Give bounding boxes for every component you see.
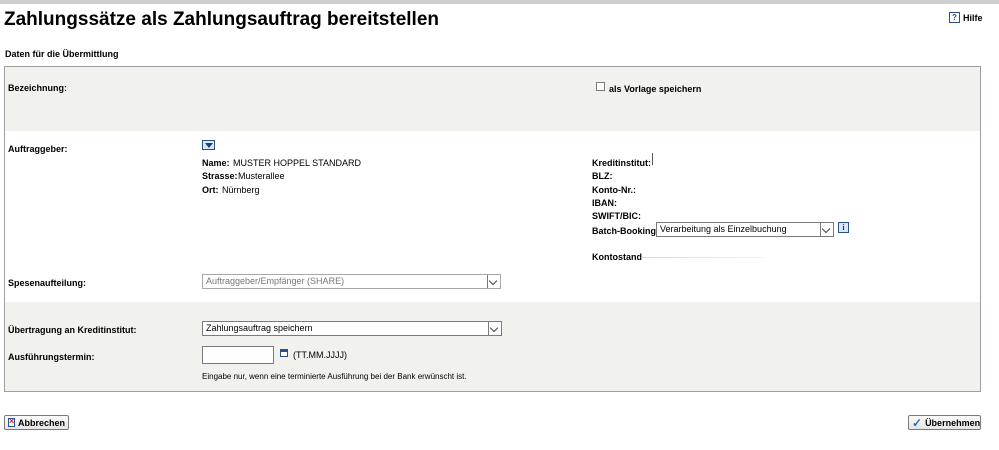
konto-label: Konto-Nr.: [592, 185, 636, 195]
chevron-down-icon[interactable] [488, 322, 501, 335]
kontostand-value-line [641, 257, 763, 258]
chevron-down-icon[interactable] [820, 223, 833, 236]
row-auftraggeber: Auftraggeber: Name: MUSTER HOPPEL STANDA… [5, 131, 980, 302]
cancel-label: Abbrechen [17, 417, 65, 428]
section-title: Daten für die Übermittlung [5, 49, 119, 59]
cancel-button[interactable]: Abbrechen [4, 415, 69, 430]
row-bezeichnung: Bezeichnung: als Vorlage speichern [5, 67, 980, 131]
strasse-value: Musterallee [238, 171, 285, 181]
vorlage-checkbox[interactable] [596, 82, 605, 91]
help-label[interactable]: Hilfe [963, 13, 983, 23]
name-value: MUSTER HOPPEL STANDARD [233, 158, 362, 168]
vorlage-label[interactable]: als Vorlage speichern [609, 84, 701, 94]
check-icon: ✓ [912, 415, 923, 430]
page-title: Zahlungssätze als Zahlungsauftrag bereit… [4, 9, 439, 30]
iban-label: IBAN: [592, 198, 617, 208]
termin-format: (TT.MM.JJJJ) [293, 350, 347, 360]
strasse-label: Strasse: [202, 171, 238, 181]
chevron-down-icon[interactable] [487, 275, 500, 288]
calendar-icon[interactable] [280, 349, 288, 357]
submit-button[interactable]: ✓ Übernehmen [908, 415, 981, 430]
spesen-select[interactable]: Auftraggeber/Empfänger (SHARE) [202, 274, 501, 289]
kreditinstitut-value-mark [652, 153, 653, 165]
name-label: Name: [202, 158, 230, 168]
submit-label: Übernehmen [925, 417, 981, 428]
spesen-label: Spesenaufteilung: [8, 278, 87, 288]
bezeichnung-label: Bezeichnung: [8, 83, 68, 93]
uebertragung-value: Zahlungsauftrag speichern [206, 323, 313, 333]
termin-hint: Eingabe nur, wenn eine terminierte Ausfü… [202, 372, 467, 381]
batch-booking-select[interactable]: Verarbeitung als Einzelbuchung [656, 222, 834, 237]
dropdown-arrow-icon[interactable] [202, 140, 215, 150]
ort-label: Ort: [202, 185, 219, 195]
termin-input[interactable] [202, 346, 274, 364]
blz-label: BLZ: [592, 171, 613, 181]
ort-value: Nürnberg [222, 185, 260, 195]
row-uebertragung: Übertragung an Kreditinstitut: Zahlungsa… [5, 302, 980, 391]
swift-label: SWIFT/BIC: [592, 211, 641, 221]
batch-booking-value: Verarbeitung als Einzelbuchung [660, 224, 787, 234]
transfer-form: Bezeichnung: als Vorlage speichern Auftr… [4, 66, 981, 392]
info-icon[interactable]: i [838, 222, 849, 233]
cancel-icon [8, 416, 15, 427]
help-icon[interactable]: ? [949, 12, 960, 23]
auftraggeber-label: Auftraggeber: [8, 144, 68, 154]
kontostand-label: Kontostand [592, 252, 642, 262]
top-bar [0, 0, 999, 4]
termin-label: Ausführungstermin: [8, 352, 95, 362]
kreditinstitut-label: Kreditinstitut: [592, 158, 651, 168]
help-link[interactable]: ? Hilfe [949, 12, 983, 23]
uebertragung-label: Übertragung an Kreditinstitut: [8, 325, 137, 335]
batch-label: Batch-Booking: [592, 226, 659, 236]
spesen-value: Auftraggeber/Empfänger (SHARE) [206, 276, 345, 286]
uebertragung-select[interactable]: Zahlungsauftrag speichern [202, 321, 502, 336]
